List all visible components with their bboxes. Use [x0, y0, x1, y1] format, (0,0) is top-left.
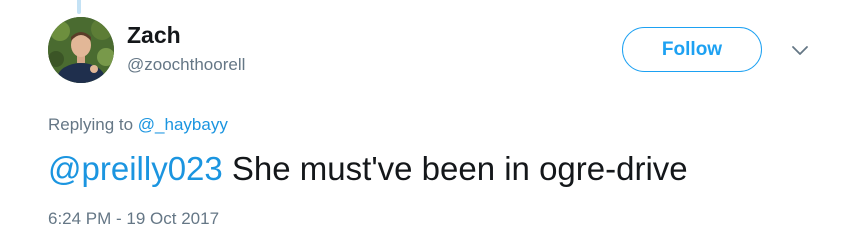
- tweet-text: @preilly023 She must've been in ogre-dri…: [48, 148, 688, 190]
- replying-to-label: Replying to: [48, 115, 134, 134]
- follow-button[interactable]: Follow: [622, 27, 762, 72]
- avatar-photo: [48, 17, 114, 83]
- tweet-timestamp[interactable]: 6:24 PM - 19 Oct 2017: [48, 208, 219, 230]
- replying-to-line: Replying to @_haybayy: [48, 114, 228, 136]
- avatar[interactable]: [48, 17, 114, 83]
- tweet-body: She must've been in ogre-drive: [231, 150, 688, 187]
- reply-to-mention-link[interactable]: @_haybayy: [138, 115, 228, 134]
- author-display-name[interactable]: Zach: [127, 21, 181, 49]
- chevron-down-icon[interactable]: [789, 41, 811, 59]
- mention-link[interactable]: @preilly023: [48, 150, 223, 187]
- author-handle[interactable]: @zoochthoorell: [127, 54, 245, 76]
- thread-connector-line: [77, 0, 81, 14]
